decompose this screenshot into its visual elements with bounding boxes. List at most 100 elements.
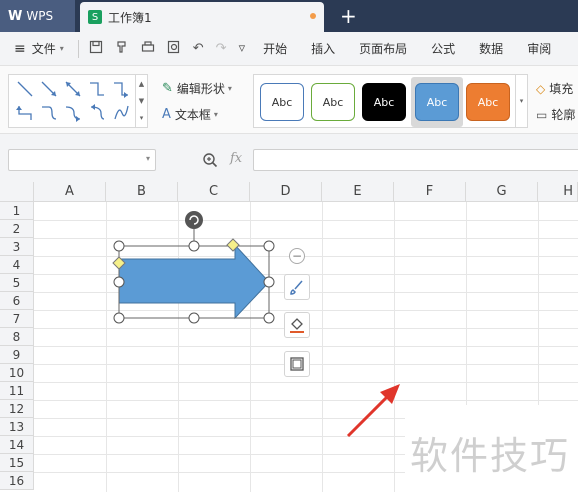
resize-handle[interactable] — [188, 312, 200, 324]
new-tab-button[interactable]: + — [340, 4, 357, 28]
shape-fill-tool[interactable] — [284, 274, 310, 300]
row-header-1[interactable]: 1 — [0, 202, 34, 220]
edit-shape-button[interactable]: ✎ 编辑形状 ▾ — [162, 80, 232, 97]
resize-handle[interactable] — [263, 276, 275, 288]
row-header-7[interactable]: 7 — [0, 310, 34, 328]
watermark-text: 软件技巧 — [410, 434, 571, 478]
fill-button[interactable]: ◇ 填充 — [536, 80, 573, 97]
row-header-8[interactable]: 8 — [0, 328, 34, 346]
elbow-double-arrow-icon[interactable] — [13, 101, 37, 125]
double-arrow-line-icon[interactable] — [61, 77, 85, 101]
scroll-down-icon[interactable]: ▼ — [139, 97, 144, 105]
style-preset-1[interactable]: Abc — [260, 83, 304, 121]
shape-layout-tool[interactable] — [284, 351, 310, 377]
outline-button[interactable]: ▭ 轮廓 — [536, 106, 575, 123]
style-preset-3[interactable]: Abc — [362, 83, 406, 121]
row-header-10[interactable]: 10 — [0, 364, 34, 382]
shape-outline-tool[interactable] — [284, 312, 310, 338]
select-all-corner[interactable] — [0, 182, 34, 202]
resize-handle[interactable] — [113, 276, 125, 288]
elbow-arrow-connector-icon[interactable] — [109, 77, 133, 101]
print-icon[interactable] — [141, 40, 155, 58]
redo-icon[interactable]: ↷ — [216, 41, 227, 56]
styles-gallery-expand[interactable]: ▾ — [515, 75, 527, 127]
resize-handle[interactable] — [113, 312, 125, 324]
scroll-up-icon[interactable]: ▲ — [139, 80, 144, 88]
chevron-down-icon: ▾ — [59, 44, 64, 53]
style-preset-4[interactable]: Abc — [415, 83, 459, 121]
row-header-15[interactable]: 15 — [0, 454, 34, 472]
style-preset-label: Abc — [477, 95, 499, 109]
column-header-g[interactable]: G — [466, 182, 538, 202]
text-box-label: 文本框 — [174, 108, 211, 122]
row-header-13[interactable]: 13 — [0, 418, 34, 436]
quick-access-more-icon[interactable]: ▿ — [239, 41, 246, 56]
insert-function-button[interactable]: fx — [230, 151, 242, 166]
menu-item-data[interactable]: 数据 — [479, 40, 503, 57]
name-box[interactable]: ▾ — [8, 149, 156, 171]
gallery-expand-icon[interactable]: ▾ — [140, 114, 144, 122]
menu-item-insert[interactable]: 插入 — [311, 40, 335, 57]
shape-styles-gallery: Abc Abc Abc Abc Abc ▾ — [253, 74, 528, 128]
column-header-f[interactable]: F — [394, 182, 466, 202]
style-preset-2[interactable]: Abc — [311, 83, 355, 121]
row-header-3[interactable]: 3 — [0, 238, 34, 256]
resize-handle[interactable] — [188, 240, 200, 252]
shapes-gallery-scroll[interactable]: ▲ ▼ ▾ — [135, 75, 147, 127]
row-header-11[interactable]: 11 — [0, 382, 34, 400]
row-header-6[interactable]: 6 — [0, 292, 34, 310]
row-header-14[interactable]: 14 — [0, 436, 34, 454]
file-menu[interactable]: ≡ 文件 ▾ — [0, 40, 64, 57]
curved-double-arrow-icon[interactable] — [85, 101, 109, 125]
resize-handle[interactable] — [113, 240, 125, 252]
row-header-12[interactable]: 12 — [0, 400, 34, 418]
row-header-9[interactable]: 9 — [0, 346, 34, 364]
wps-home-tab[interactable]: W WPS — [0, 0, 75, 32]
row-header-16[interactable]: 16 — [0, 472, 34, 490]
fill-label: 填充 — [549, 82, 574, 96]
column-header-e[interactable]: E — [322, 182, 394, 202]
column-header-c[interactable]: C — [178, 182, 250, 202]
arrow-line-icon[interactable] — [37, 77, 61, 101]
row-header-2[interactable]: 2 — [0, 220, 34, 238]
column-header-h[interactable]: H — [538, 182, 578, 202]
menu-item-page-layout[interactable]: 页面布局 — [359, 40, 407, 57]
collapse-toolbar-button[interactable]: − — [289, 248, 305, 264]
style-preset-5[interactable]: Abc — [466, 83, 510, 121]
rotate-handle-icon[interactable] — [185, 211, 203, 229]
shape-overlay — [112, 211, 275, 324]
print-preview-icon[interactable] — [167, 40, 181, 58]
title-bar: W WPS S 工作簿1 + — [0, 0, 578, 32]
menu-item-home[interactable]: 开始 — [263, 40, 287, 57]
undo-icon[interactable]: ↶ — [193, 41, 204, 56]
formula-input[interactable] — [253, 149, 578, 171]
app-name: WPS — [26, 9, 54, 23]
formula-bar: ▾ fx — [0, 134, 578, 182]
resize-handle[interactable] — [263, 240, 275, 252]
column-header-b[interactable]: B — [106, 182, 178, 202]
elbow-connector-icon[interactable] — [85, 77, 109, 101]
column-header-a[interactable]: A — [34, 182, 106, 202]
resize-handle[interactable] — [263, 312, 275, 324]
text-box-button[interactable]: A 文本框 ▾ — [162, 106, 218, 123]
grid-line — [34, 382, 578, 383]
row-header-5[interactable]: 5 — [0, 274, 34, 292]
outline-label: 轮廓 — [551, 108, 576, 122]
format-painter-icon[interactable] — [115, 40, 129, 58]
row-header-4[interactable]: 4 — [0, 256, 34, 274]
line-shape-icon[interactable] — [13, 77, 37, 101]
document-tab[interactable]: S 工作簿1 — [80, 2, 324, 32]
freeform-curve-icon[interactable] — [109, 101, 133, 125]
text-box-icon: A — [162, 107, 171, 122]
menu-item-review[interactable]: 审阅 — [527, 40, 551, 57]
curved-connector-icon[interactable] — [37, 101, 61, 125]
save-icon[interactable] — [89, 40, 103, 58]
column-header-d[interactable]: D — [250, 182, 322, 202]
line-shapes-gallery: ▲ ▼ ▾ — [8, 74, 148, 128]
grid-line — [394, 202, 395, 492]
zoom-icon[interactable] — [202, 152, 218, 172]
menu-item-formulas[interactable]: 公式 — [431, 40, 455, 57]
spreadsheet-icon: S — [88, 10, 102, 24]
right-arrow-shape[interactable] — [118, 243, 270, 320]
curved-arrow-connector-icon[interactable] — [61, 101, 85, 125]
